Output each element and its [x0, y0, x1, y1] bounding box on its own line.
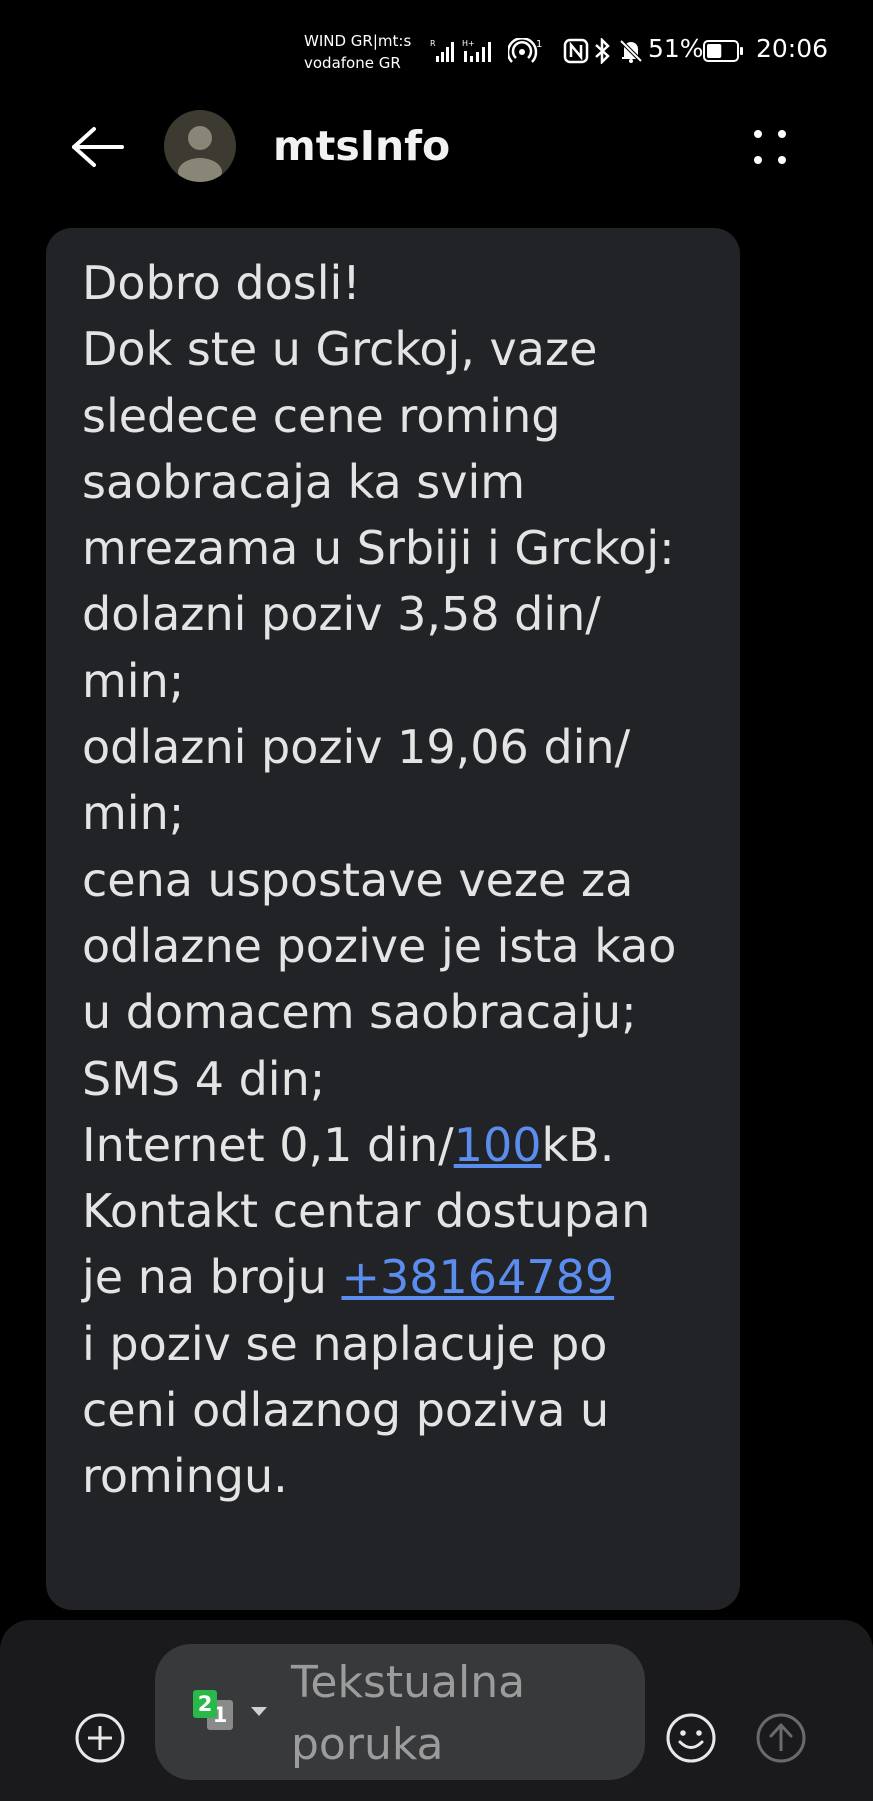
message-line: sledece cene roming — [82, 388, 561, 443]
phone-prefix: je na broju — [82, 1250, 342, 1305]
status-bar: WIND GR|mt:s vodafone GR R H+ 1 51% 20:0… — [0, 0, 873, 100]
message-line: odlazne pozive je ista kao — [82, 918, 677, 973]
message-line: ceni odlaznog poziva u — [82, 1383, 610, 1438]
bluetooth-icon — [592, 38, 614, 64]
mute-bell-icon — [618, 38, 644, 64]
internet-link[interactable]: 100 — [454, 1118, 542, 1172]
message-line: min; — [82, 786, 185, 841]
arrow-left-icon[interactable] — [70, 125, 130, 169]
internet-prefix: Internet 0,1 din/ — [82, 1117, 454, 1172]
message-line: cena uspostave veze za — [82, 852, 634, 907]
carrier-2: vodafone GR — [304, 54, 401, 72]
message-line: u domacem saobracaju; — [82, 985, 637, 1040]
message-line: Dok ste u Grckoj, vaze — [82, 322, 598, 377]
message-text: Dobro dosli! Dok ste u Grckoj, vaze sled… — [82, 250, 712, 1510]
battery-percent: 51% — [648, 34, 704, 63]
message-bubble[interactable]: Dobro dosli! Dok ste u Grckoj, vaze sled… — [46, 228, 740, 1610]
signal-1-icon: R — [430, 38, 458, 64]
plus-circle-icon[interactable] — [74, 1712, 126, 1764]
message-line: saobracaja ka svim — [82, 454, 526, 509]
message-line: Kontakt centar dostupan — [82, 1184, 651, 1239]
carrier-names: WIND GR|mt:s vodafone GR — [304, 30, 411, 74]
conversation-header: mtsInfo — [0, 100, 873, 200]
message-line: mrezama u Srbiji i Grckoj: — [82, 521, 675, 576]
emoji-icon[interactable] — [665, 1712, 717, 1764]
conversation-title[interactable]: mtsInfo — [273, 122, 450, 170]
phone-number-link[interactable]: +38164789 — [341, 1250, 614, 1304]
message-line: SMS 4 din; — [82, 1051, 326, 1106]
message-line: i poziv se naplacuje po — [82, 1316, 608, 1371]
signal-2-label: H+ — [462, 39, 475, 48]
placeholder-line-2: poruka — [291, 1719, 444, 1770]
avatar[interactable] — [164, 110, 236, 182]
chevron-down-icon[interactable] — [251, 1707, 267, 1716]
sim-selector[interactable]: 1 2 — [193, 1690, 241, 1734]
message-line: romingu. — [82, 1449, 288, 1504]
send-icon[interactable] — [755, 1712, 807, 1764]
hotspot-icon: 1 — [508, 38, 546, 64]
carrier-1: WIND GR|mt:s — [304, 32, 412, 50]
message-line: Dobro dosli! — [82, 256, 361, 310]
message-line: min; — [82, 653, 185, 708]
hotspot-superscript: 1 — [536, 39, 542, 50]
nfc-icon — [563, 38, 589, 64]
message-line: odlazni poziv 19,06 din/ — [82, 720, 631, 775]
more-options-icon[interactable] — [746, 124, 796, 174]
message-line-internet: Internet 0,1 din/100kB. — [82, 1112, 712, 1178]
message-composer: 1 2 Tekstualna poruka — [0, 1620, 873, 1801]
message-line: dolazni poziv 3,58 din/ — [82, 587, 601, 642]
signal-2-icon: H+ — [462, 38, 502, 64]
message-placeholder: Tekstualna poruka — [291, 1652, 621, 1776]
message-line-phone: je na broju +38164789 — [82, 1244, 712, 1310]
signal-1-label: R — [430, 39, 436, 48]
clock: 20:06 — [756, 34, 829, 63]
placeholder-line-1: Tekstualna — [291, 1657, 526, 1708]
internet-suffix: kB. — [541, 1117, 615, 1172]
battery-icon — [703, 40, 745, 62]
message-input[interactable]: 1 2 Tekstualna poruka — [155, 1644, 645, 1780]
sim-primary-badge: 2 — [193, 1690, 217, 1718]
